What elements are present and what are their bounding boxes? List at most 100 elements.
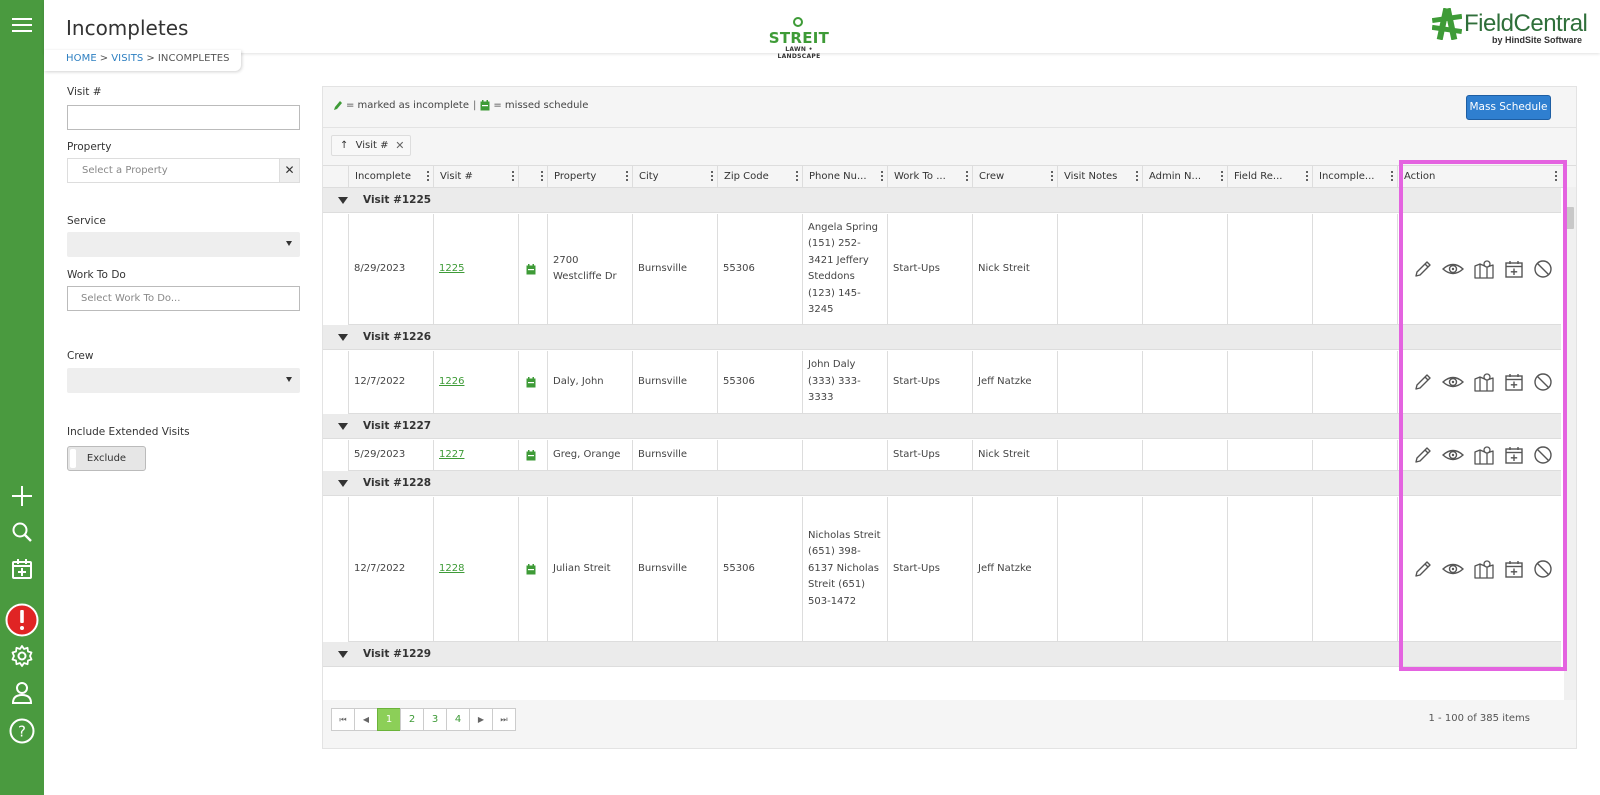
prev-page-button[interactable]: ◀ xyxy=(354,708,378,731)
fieldcentral-logo-name: FieldCentral xyxy=(1464,10,1588,37)
menu-icon[interactable] xyxy=(0,9,44,41)
map-pin-icon[interactable] xyxy=(1473,259,1495,279)
column-header-work-to-do[interactable]: Work To ... xyxy=(887,166,972,188)
visit-number-link[interactable]: 1228 xyxy=(439,561,464,578)
eye-icon[interactable] xyxy=(1442,372,1464,392)
column-header-field-report[interactable]: Field Re... xyxy=(1227,166,1312,188)
visit-number-link[interactable]: 1227 xyxy=(439,447,464,464)
property-clear-button[interactable]: ✕ xyxy=(279,159,299,182)
column-header-incomplete[interactable]: Incomplete xyxy=(348,166,433,188)
column-menu-icon[interactable] xyxy=(711,171,714,182)
map-pin-icon[interactable] xyxy=(1473,445,1495,465)
column-header-status[interactable] xyxy=(518,166,547,188)
column-menu-icon[interactable] xyxy=(881,171,884,182)
column-header-incomplete-reason[interactable]: Incomple... xyxy=(1312,166,1397,188)
calendar-add-icon[interactable] xyxy=(1504,259,1524,279)
pencil-icon[interactable] xyxy=(1413,559,1433,579)
collapse-triangle-icon[interactable] xyxy=(338,480,348,487)
column-header-phone-number[interactable]: Phone Nu... xyxy=(802,166,887,188)
alert-icon[interactable] xyxy=(0,603,44,637)
vertical-scrollbar[interactable] xyxy=(1564,187,1576,700)
cancel-icon[interactable] xyxy=(1533,445,1553,465)
map-pin-icon[interactable] xyxy=(1473,372,1495,392)
breadcrumb-home[interactable]: HOME xyxy=(66,53,97,64)
property-select[interactable]: Select a Property ✕ xyxy=(67,158,300,183)
column-menu-icon[interactable] xyxy=(966,171,969,182)
help-icon[interactable]: ? xyxy=(0,715,44,747)
extended-visits-toggle[interactable]: Exclude xyxy=(67,446,146,471)
page-3-button[interactable]: 3 xyxy=(423,708,447,731)
visit-number-link[interactable]: 1226 xyxy=(439,374,464,391)
column-header-action[interactable]: Action xyxy=(1397,166,1561,188)
page-2-button[interactable]: 2 xyxy=(400,708,424,731)
calendar-add-icon[interactable] xyxy=(1504,559,1524,579)
map-pin-icon[interactable] xyxy=(1473,559,1495,579)
group-by-chip[interactable]: ↑ Visit # ✕ xyxy=(331,135,412,156)
add-icon[interactable] xyxy=(0,480,44,512)
page-4-button[interactable]: 4 xyxy=(446,708,470,731)
cell-work-to-do: Start-Ups xyxy=(887,351,972,414)
close-icon[interactable]: ✕ xyxy=(395,136,404,155)
calendar-add-icon[interactable] xyxy=(1504,372,1524,392)
page-1-button[interactable]: 1 xyxy=(377,708,401,731)
next-page-button[interactable]: ▶ xyxy=(469,708,493,731)
column-header-visit-number[interactable]: Visit # xyxy=(433,166,518,188)
column-header-crew[interactable]: Crew xyxy=(972,166,1057,188)
cancel-icon[interactable] xyxy=(1533,259,1553,279)
user-icon[interactable] xyxy=(0,677,44,709)
cell-phone-number-text: Angela Spring (151) 252-3421 Jeffery Ste… xyxy=(808,221,879,316)
work-to-do-placeholder: Select Work To Do... xyxy=(81,293,181,304)
cancel-icon[interactable] xyxy=(1533,372,1553,392)
column-menu-icon[interactable] xyxy=(1391,171,1394,182)
column-header-city[interactable]: City xyxy=(632,166,717,188)
service-select[interactable] xyxy=(67,232,300,257)
scrollbar-thumb[interactable] xyxy=(1566,207,1574,229)
column-menu-icon[interactable] xyxy=(1221,171,1224,182)
search-icon[interactable] xyxy=(0,516,44,548)
first-page-button[interactable]: ⏮ xyxy=(331,708,355,731)
breadcrumb-visits[interactable]: VISITS xyxy=(111,53,143,64)
group-header-row[interactable]: Visit #1226 xyxy=(323,325,1561,350)
collapse-triangle-icon[interactable] xyxy=(338,651,348,658)
column-menu-icon[interactable] xyxy=(1051,171,1054,182)
group-header-row[interactable]: Visit #1229 xyxy=(323,642,1561,667)
collapse-triangle-icon[interactable] xyxy=(338,197,348,204)
column-menu-icon[interactable] xyxy=(541,171,544,182)
cell-field-report xyxy=(1227,497,1312,642)
group-header-row[interactable]: Visit #1227 xyxy=(323,414,1561,439)
column-menu-icon[interactable] xyxy=(512,171,515,182)
work-to-do-select[interactable]: Select Work To Do... xyxy=(67,286,300,311)
column-header-property[interactable]: Property xyxy=(547,166,632,188)
pencil-icon[interactable] xyxy=(1413,372,1433,392)
visit-number-link[interactable]: 1225 xyxy=(439,261,464,278)
column-menu-icon[interactable] xyxy=(1306,171,1309,182)
column-header-visit-notes[interactable]: Visit Notes xyxy=(1057,166,1142,188)
calendar-add-icon[interactable] xyxy=(1504,445,1524,465)
column-header-admin-notes[interactable]: Admin N... xyxy=(1142,166,1227,188)
last-page-button[interactable]: ⏭ xyxy=(492,708,516,731)
cell-visit-notes xyxy=(1057,351,1142,414)
pencil-icon[interactable] xyxy=(1413,445,1433,465)
column-menu-icon[interactable] xyxy=(1555,171,1558,182)
cancel-icon[interactable] xyxy=(1533,559,1553,579)
pencil-icon[interactable] xyxy=(1413,259,1433,279)
collapse-triangle-icon[interactable] xyxy=(338,334,348,341)
group-header-row[interactable]: Visit #1225 xyxy=(323,188,1561,213)
mass-schedule-button[interactable]: Mass Schedule xyxy=(1466,95,1551,120)
calendar-add-icon[interactable] xyxy=(0,553,44,585)
crew-select[interactable] xyxy=(67,368,300,393)
eye-icon[interactable] xyxy=(1442,259,1464,279)
column-header-zip-code[interactable]: Zip Code xyxy=(717,166,802,188)
column-menu-icon[interactable] xyxy=(427,171,430,182)
eye-icon[interactable] xyxy=(1442,445,1464,465)
visit-number-input[interactable] xyxy=(67,105,300,130)
group-header-row[interactable]: Visit #1228 xyxy=(323,471,1561,496)
cell-phone-number-text: John Daly (333) 333-3333 xyxy=(808,359,861,404)
collapse-triangle-icon[interactable] xyxy=(338,423,348,430)
column-menu-icon[interactable] xyxy=(626,171,629,182)
column-menu-icon[interactable] xyxy=(796,171,799,182)
column-header-label: Property xyxy=(554,171,597,182)
gear-icon[interactable] xyxy=(0,640,44,672)
column-menu-icon[interactable] xyxy=(1136,171,1139,182)
eye-icon[interactable] xyxy=(1442,559,1464,579)
